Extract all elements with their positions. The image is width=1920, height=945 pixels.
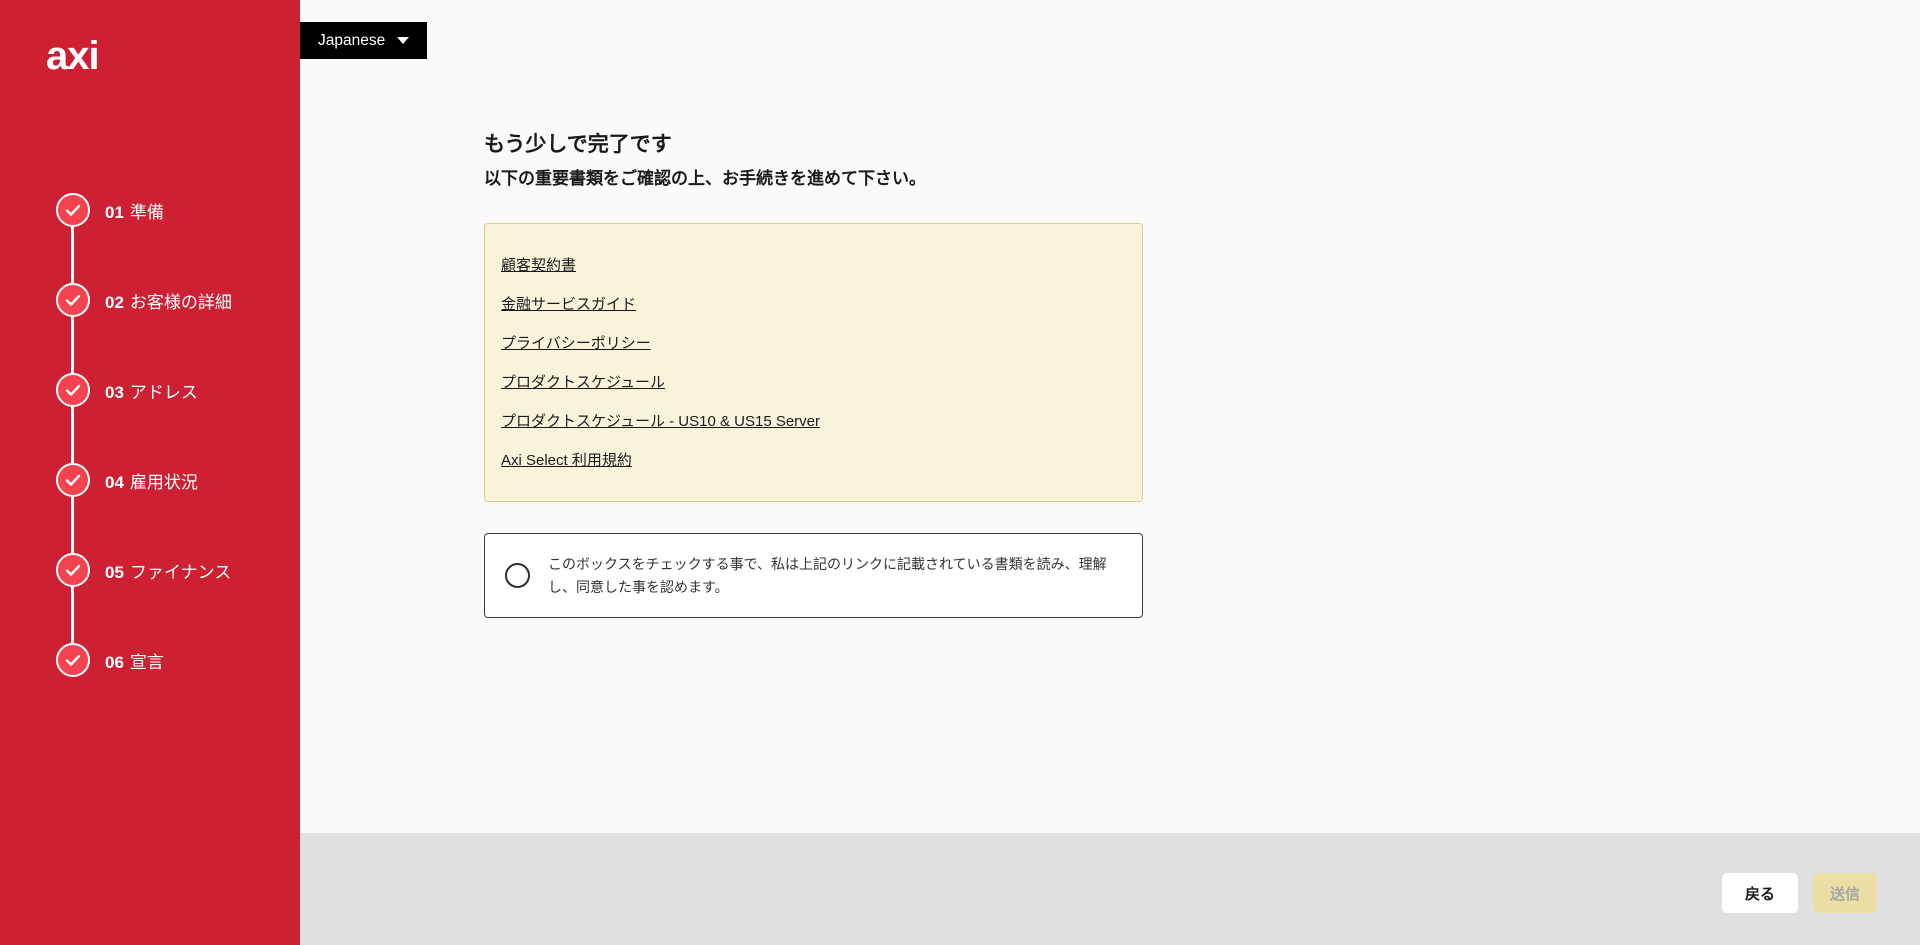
document-link-axi-select-terms[interactable]: Axi Select 利用規約 (501, 451, 632, 470)
step-item-04-employment[interactable]: 04 雇用状況 (56, 463, 198, 497)
step-number: 03 (105, 383, 124, 402)
document-link-product-schedule-us10-us15[interactable]: プロダクトスケジュール - US10 & US15 Server (501, 412, 820, 431)
step-label-wrap: 06 宣言 (105, 648, 164, 673)
document-link-client-agreement[interactable]: 顧客契約書 (501, 256, 576, 275)
step-number: 06 (105, 653, 124, 672)
step-number: 01 (105, 203, 124, 222)
document-link-financial-services-guide[interactable]: 金融サービスガイド (501, 295, 636, 314)
check-icon (65, 654, 81, 667)
step-completed-circle (56, 283, 90, 317)
footer-bar: 戻る 送信 (300, 833, 1920, 945)
step-item-03-address[interactable]: 03 アドレス (56, 373, 198, 407)
agreement-box: このボックスをチェックする事で、私は上記のリンクに記載されている書類を読み、理解… (484, 533, 1143, 618)
check-icon (65, 564, 81, 577)
step-item-01-preparation[interactable]: 01 準備 (56, 193, 164, 227)
step-completed-circle (56, 373, 90, 407)
step-completed-circle (56, 643, 90, 677)
step-item-02-customer-details[interactable]: 02 お客様の詳細 (56, 283, 232, 317)
step-item-06-declaration[interactable]: 06 宣言 (56, 643, 164, 677)
step-number: 04 (105, 473, 124, 492)
step-label-wrap: 04 雇用状況 (105, 468, 198, 493)
step-number: 05 (105, 563, 124, 582)
step-label-wrap: 01 準備 (105, 198, 164, 223)
step-label: 雇用状況 (130, 473, 198, 492)
page-title: もう少しで完了です (484, 128, 672, 158)
page-subtitle: 以下の重要書類をご確認の上、お手続きを進めて下さい。 (484, 164, 926, 189)
step-label-wrap: 02 お客様の詳細 (105, 288, 232, 313)
check-icon (65, 204, 81, 217)
step-number: 02 (105, 293, 124, 312)
agreement-checkbox[interactable] (505, 563, 530, 588)
language-dropdown[interactable]: Japanese (300, 22, 427, 59)
stepper-connector-line (71, 210, 74, 659)
back-button[interactable]: 戻る (1722, 873, 1798, 913)
document-link-product-schedule[interactable]: プロダクトスケジュール (501, 373, 665, 392)
check-icon (65, 474, 81, 487)
step-label-wrap: 03 アドレス (105, 378, 198, 403)
step-completed-circle (56, 193, 90, 227)
sidebar: axi 01 準備 02 お客様の詳細 03 アドレス 04 雇用状況 05 ファイナンス (0, 0, 300, 945)
document-link-privacy-policy[interactable]: プライバシーポリシー (501, 334, 651, 353)
footer-buttons: 戻る 送信 (1722, 873, 1877, 913)
step-label: お客様の詳細 (130, 293, 232, 312)
language-dropdown-label: Japanese (318, 32, 385, 50)
step-label: ファイナンス (130, 563, 231, 582)
submit-button[interactable]: 送信 (1813, 873, 1877, 913)
documents-panel: 顧客契約書 金融サービスガイド プライバシーポリシー プロダクトスケジュール プ… (484, 223, 1143, 502)
step-label: 宣言 (130, 653, 164, 672)
check-icon (65, 384, 81, 397)
step-completed-circle (56, 463, 90, 497)
chevron-down-icon (397, 37, 409, 44)
step-label-wrap: 05 ファイナンス (105, 558, 231, 583)
axi-logo: axi (46, 36, 99, 76)
agreement-text: このボックスをチェックする事で、私は上記のリンクに記載されている書類を読み、理解… (548, 553, 1122, 599)
check-icon (65, 294, 81, 307)
step-item-05-finance[interactable]: 05 ファイナンス (56, 553, 231, 587)
step-label: アドレス (130, 383, 198, 402)
step-completed-circle (56, 553, 90, 587)
step-label: 準備 (130, 203, 164, 222)
